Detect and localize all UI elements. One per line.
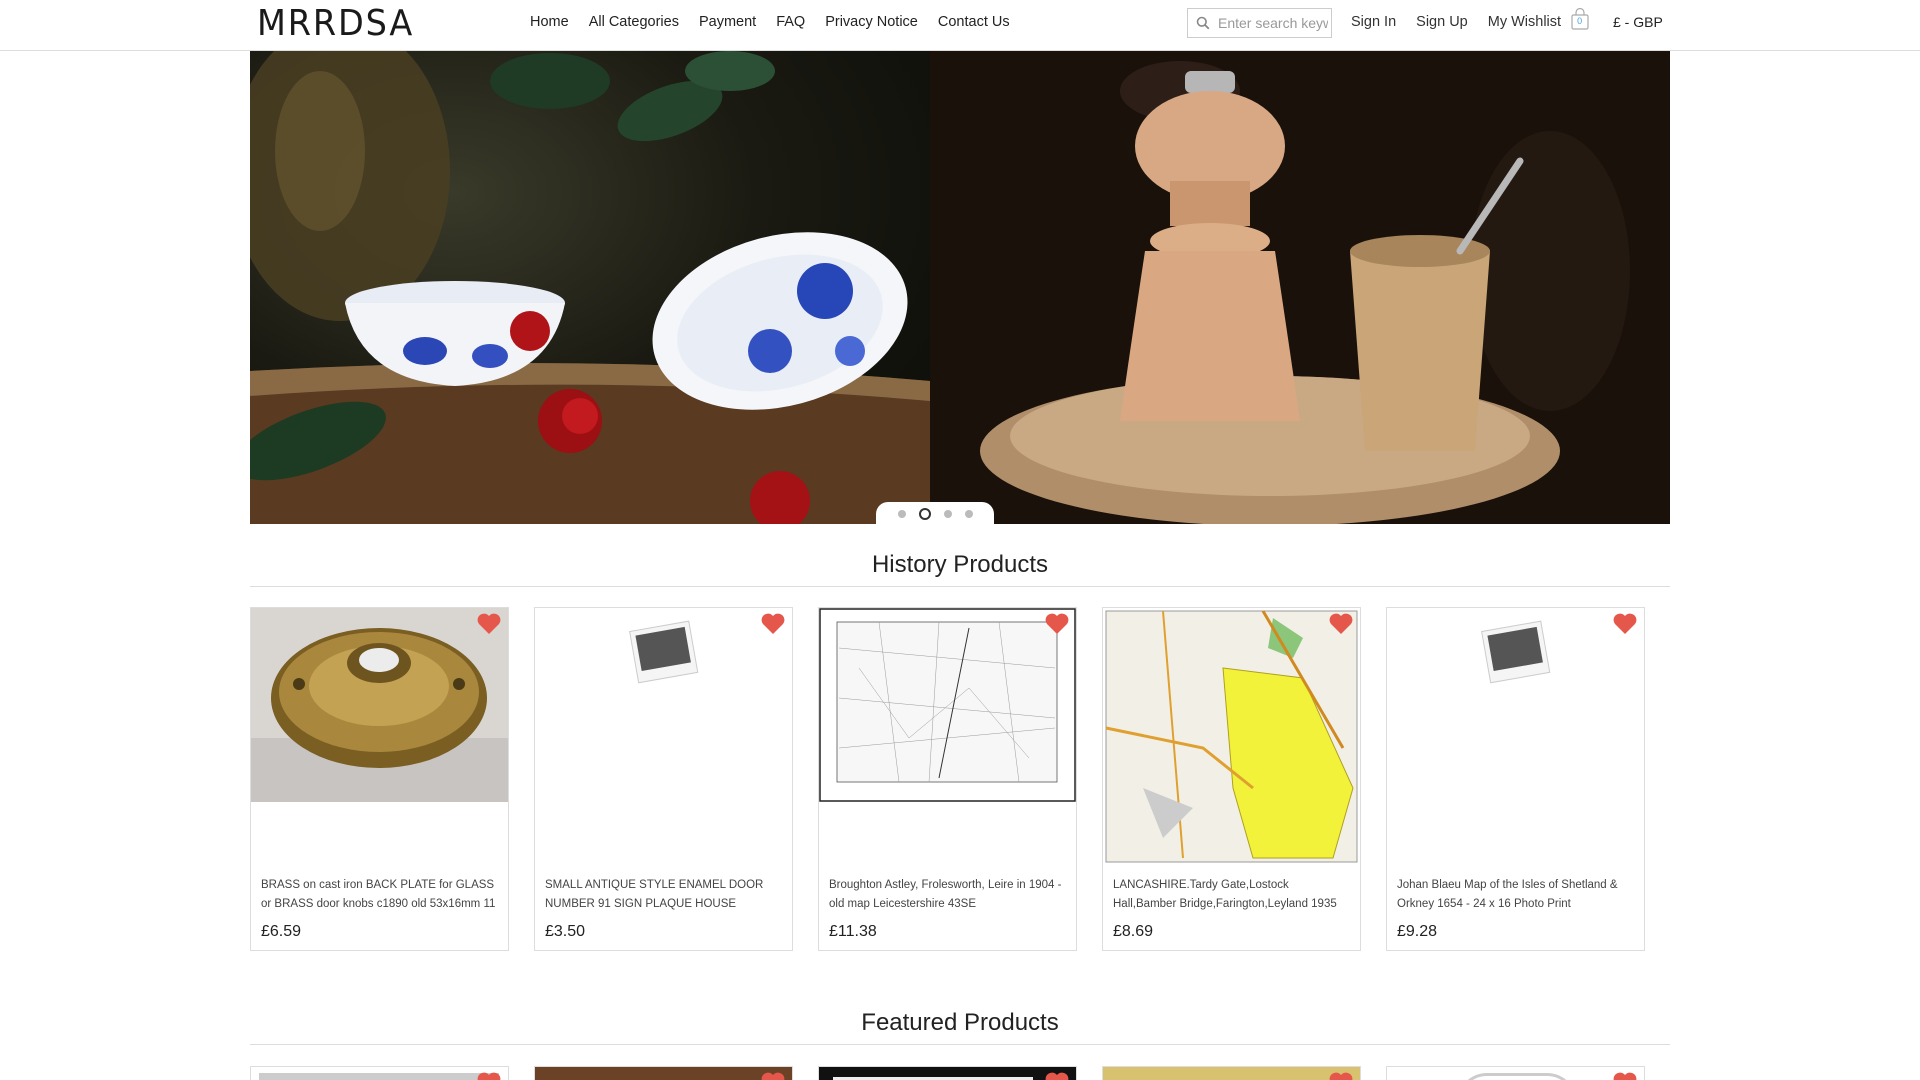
shopping-bag-icon[interactable]: 0 bbox=[1570, 7, 1590, 30]
nav-contact-us[interactable]: Contact Us bbox=[938, 14, 1010, 30]
product-card[interactable] bbox=[818, 1066, 1077, 1080]
wishlist-heart-icon[interactable] bbox=[1612, 612, 1638, 636]
cart-count: 0 bbox=[1577, 16, 1583, 26]
section-divider bbox=[250, 1044, 1670, 1045]
wishlist-heart-icon[interactable] bbox=[476, 1071, 502, 1080]
nav-privacy-notice[interactable]: Privacy Notice bbox=[825, 14, 918, 30]
carousel-dot-2[interactable] bbox=[918, 508, 931, 520]
wishlist-heart-icon[interactable] bbox=[1044, 1071, 1070, 1080]
wishlist-heart-icon[interactable] bbox=[1328, 612, 1354, 636]
wishlist-heart-icon[interactable] bbox=[1328, 1071, 1354, 1080]
product-card[interactable]: BRASS on cast iron BACK PLATE for GLASS … bbox=[250, 607, 509, 951]
product-image-colour-map[interactable] bbox=[1103, 608, 1360, 865]
product-image-old-map[interactable] bbox=[819, 608, 1076, 865]
wishlist-heart-icon[interactable] bbox=[1612, 1071, 1638, 1080]
search-icon[interactable] bbox=[1188, 9, 1218, 37]
product-price: £6.59 bbox=[261, 923, 302, 940]
product-card[interactable]: Johan Blaeu Map of the Isles of Shetland… bbox=[1386, 607, 1645, 951]
sign-up-link[interactable]: Sign Up bbox=[1416, 14, 1468, 30]
product-title[interactable]: LANCASHIRE.Tardy Gate,Lostock Hall,Bambe… bbox=[1113, 876, 1353, 914]
search-input[interactable] bbox=[1218, 15, 1328, 31]
product-price: £11.38 bbox=[829, 923, 877, 940]
carousel-dot-1[interactable] bbox=[897, 510, 906, 518]
hero-image-pepper-mill bbox=[930, 51, 1670, 524]
wishlist-heart-icon[interactable] bbox=[760, 1071, 786, 1080]
carousel-dot-4[interactable] bbox=[964, 510, 973, 518]
product-title[interactable]: Broughton Astley, Frolesworth, Leire in … bbox=[829, 876, 1069, 914]
product-image-placeholder[interactable] bbox=[1387, 608, 1644, 865]
product-card[interactable] bbox=[534, 1066, 793, 1080]
carousel-dot-3[interactable] bbox=[943, 510, 952, 518]
main-nav: Home All Categories Payment FAQ Privacy … bbox=[530, 14, 1030, 30]
featured-products-title: Featured Products bbox=[861, 1009, 1059, 1036]
nav-faq[interactable]: FAQ bbox=[776, 14, 805, 30]
product-card[interactable]: LANCASHIRE.Tardy Gate,Lostock Hall,Bambe… bbox=[1102, 607, 1361, 951]
product-title[interactable]: BRASS on cast iron BACK PLATE for GLASS … bbox=[261, 876, 501, 914]
hero-image-bowls bbox=[250, 51, 930, 524]
product-title[interactable]: Johan Blaeu Map of the Isles of Shetland… bbox=[1397, 876, 1637, 914]
product-image[interactable] bbox=[259, 1073, 499, 1080]
wishlist-heart-icon[interactable] bbox=[476, 612, 502, 636]
product-card[interactable] bbox=[1386, 1066, 1645, 1080]
product-card[interactable]: Broughton Astley, Frolesworth, Leire in … bbox=[818, 607, 1077, 951]
product-price: £8.69 bbox=[1113, 923, 1154, 940]
wishlist-heart-icon[interactable] bbox=[1044, 612, 1070, 636]
product-title[interactable]: SMALL ANTIQUE STYLE ENAMEL DOOR NUMBER 9… bbox=[545, 876, 785, 914]
hero-carousel[interactable] bbox=[250, 51, 1670, 524]
carousel-dots bbox=[876, 502, 994, 524]
product-image-placeholder[interactable] bbox=[535, 608, 792, 865]
product-image-brass-backplate[interactable] bbox=[251, 608, 508, 865]
product-card[interactable] bbox=[250, 1066, 509, 1080]
product-price: £3.50 bbox=[545, 923, 586, 940]
site-header: MRRDSA Home All Categories Payment FAQ P… bbox=[0, 0, 1920, 51]
wishlist-heart-icon[interactable] bbox=[760, 612, 786, 636]
history-products-title: History Products bbox=[871, 551, 1049, 578]
sign-in-link[interactable]: Sign In bbox=[1351, 14, 1396, 30]
product-price: £9.28 bbox=[1397, 923, 1438, 940]
section-divider bbox=[250, 586, 1670, 587]
product-image[interactable] bbox=[1457, 1073, 1577, 1080]
nav-home[interactable]: Home bbox=[530, 14, 569, 30]
search-box bbox=[1187, 8, 1332, 38]
nav-all-categories[interactable]: All Categories bbox=[589, 14, 679, 30]
product-card[interactable]: SMALL ANTIQUE STYLE ENAMEL DOOR NUMBER 9… bbox=[534, 607, 793, 951]
product-card[interactable] bbox=[1102, 1066, 1361, 1080]
nav-payment[interactable]: Payment bbox=[699, 14, 756, 30]
account-links: Sign In Sign Up My Wishlist 0 bbox=[1351, 7, 1590, 30]
currency-selector[interactable]: £ - GBP bbox=[1613, 14, 1663, 30]
wishlist-link[interactable]: My Wishlist bbox=[1488, 14, 1561, 30]
site-logo[interactable]: MRRDSA bbox=[257, 3, 414, 44]
